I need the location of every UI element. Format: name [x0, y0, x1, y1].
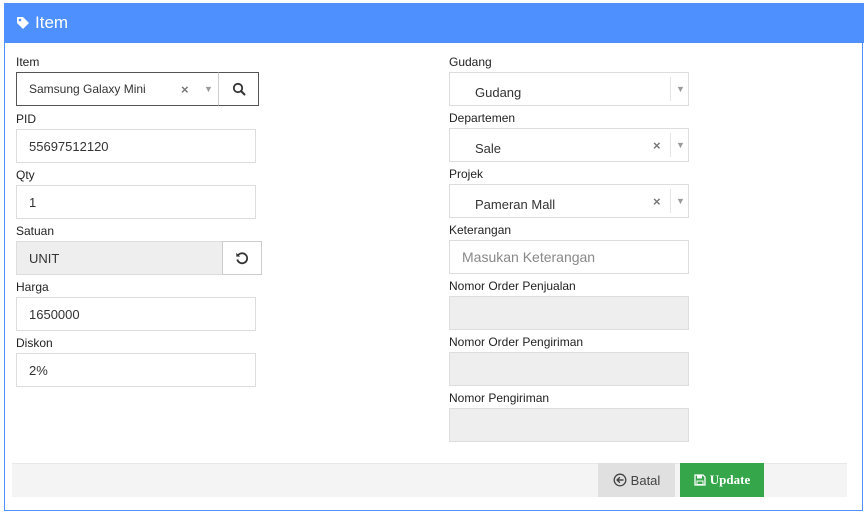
undo-icon [235, 251, 249, 265]
item-label: Item [16, 55, 40, 69]
projek-select-value: Pameran Mall [475, 196, 556, 212]
gudang-label: Gudang [449, 55, 492, 69]
pid-input[interactable]: 55697512120 [16, 129, 256, 163]
panel-title: Item [35, 13, 69, 32]
cancel-button-label: Batal [630, 472, 661, 488]
gudang-select[interactable]: Gudang ▼ [449, 72, 689, 106]
projek-separator [670, 189, 671, 213]
departemen-clear-icon[interactable]: × [653, 129, 661, 161]
harga-label: Harga [16, 280, 49, 294]
search-icon [232, 82, 246, 96]
arrow-left-circle-icon [613, 473, 627, 487]
update-button[interactable]: Update [680, 463, 764, 497]
harga-input[interactable]: 1650000 [16, 297, 256, 331]
nomor-order-pengiriman-input [449, 352, 689, 386]
satuan-reset-button[interactable] [222, 241, 262, 275]
projek-dropdown-arrow-icon[interactable]: ▼ [676, 185, 685, 217]
item-dropdown-arrow-icon[interactable]: ▼ [204, 73, 213, 105]
item-select[interactable]: Samsung Galaxy Mini × ▼ [16, 72, 219, 106]
qty-input[interactable]: 1 [16, 185, 256, 219]
diskon-input[interactable]: 2% [16, 353, 256, 387]
nomor-order-pengiriman-label: Nomor Order Pengiriman [449, 335, 584, 349]
projek-clear-icon[interactable]: × [653, 185, 661, 217]
satuan-input: UNIT [16, 241, 223, 275]
departemen-separator [670, 133, 671, 157]
cancel-button[interactable]: Batal [598, 463, 675, 497]
nomor-pengiriman-label: Nomor Pengiriman [449, 391, 550, 405]
projek-select[interactable]: Pameran Mall × ▼ [449, 184, 689, 218]
diskon-label: Diskon [16, 336, 53, 350]
update-button-label: Update [709, 472, 751, 487]
nomor-order-penjualan-label: Nomor Order Penjualan [449, 279, 576, 293]
nomor-order-penjualan-input [449, 296, 689, 330]
departemen-select[interactable]: Sale × ▼ [449, 128, 689, 162]
gudang-select-value: Gudang [475, 84, 522, 100]
departemen-dropdown-arrow-icon[interactable]: ▼ [676, 129, 685, 161]
keterangan-input[interactable]: Masukan Keterangan [449, 240, 689, 274]
satuan-label: Satuan [16, 224, 55, 238]
gudang-dropdown-arrow-icon[interactable]: ▼ [676, 73, 685, 105]
gudang-separator [670, 77, 671, 101]
item-select-value: Samsung Galaxy Mini [29, 82, 146, 96]
keterangan-label: Keterangan [449, 223, 512, 237]
qty-label: Qty [16, 168, 35, 182]
nomor-pengiriman-input [449, 408, 689, 442]
item-search-button[interactable] [218, 72, 259, 106]
item-clear-icon[interactable]: × [181, 73, 189, 105]
departemen-select-value: Sale [475, 140, 502, 156]
departemen-label: Departemen [449, 111, 516, 125]
panel-header: Item [5, 3, 864, 43]
pid-label: PID [16, 112, 37, 126]
save-icon [694, 474, 706, 486]
tag-icon [16, 16, 30, 30]
projek-label: Projek [449, 167, 484, 181]
